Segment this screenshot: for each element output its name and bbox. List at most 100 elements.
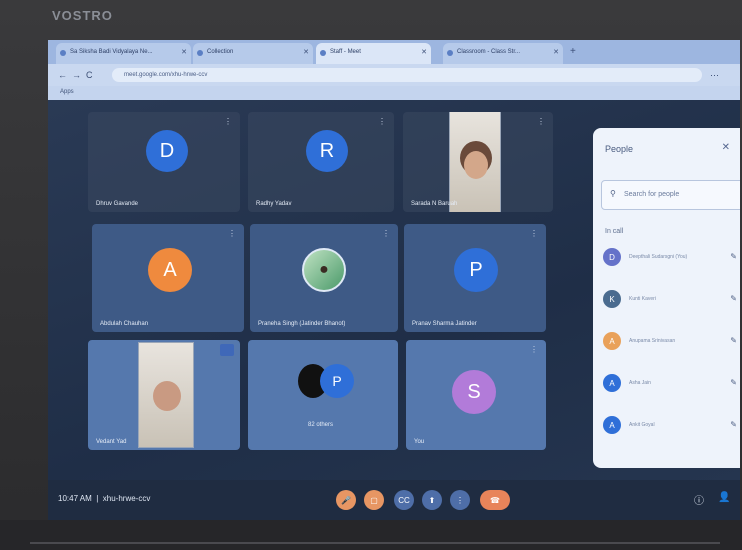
monitor-brand: VOSTRO bbox=[52, 8, 113, 23]
participant-name: Dhruv Gavande bbox=[96, 201, 139, 207]
captions-icon[interactable]: CC bbox=[394, 490, 414, 510]
avatar-letter: P bbox=[332, 373, 342, 389]
participant-tile[interactable]: D ⋮ Dhruv Gavande bbox=[88, 112, 240, 212]
participant-name: You bbox=[414, 439, 425, 445]
participant-name: Sarada N Baruah bbox=[411, 201, 458, 207]
participant-name: Pranav Sharma Jatinder bbox=[412, 321, 477, 327]
participant-tile[interactable]: R ⋮ Radhy Yadav bbox=[248, 112, 394, 212]
mic-icon[interactable]: ✎ bbox=[730, 336, 737, 345]
extensions-icon[interactable]: ⋯ bbox=[710, 70, 719, 81]
people-panel: People ✕ ⚲ Search for people In call D D… bbox=[593, 128, 740, 468]
pin-icon[interactable] bbox=[220, 344, 234, 356]
avatar-letter: S bbox=[467, 380, 481, 403]
people-list-item[interactable]: D Deepthali Sudarsgni (You) ✎ bbox=[603, 246, 737, 270]
close-icon[interactable]: ✕ bbox=[722, 142, 730, 153]
people-list-item[interactable]: A Ankit Goyal ✎ bbox=[603, 414, 737, 438]
participant-tile[interactable]: A ⋮ Abdulah Chauhan bbox=[92, 224, 244, 332]
participant-name: Vedant Yad bbox=[96, 439, 127, 445]
screen: Sa Siksha Badi Vidyalaya Ne... ✕ Collect… bbox=[48, 40, 740, 520]
search-placeholder: Search for people bbox=[624, 191, 680, 198]
tab-favicon-icon bbox=[197, 50, 203, 56]
meeting-controls-bar: 10:47 AM | xhu-hrwe-ccv 🎤 ▢ CC ⬆ ⋮ ☎ ⓘ 👤 bbox=[48, 480, 740, 520]
people-list-item[interactable]: A Anupama Srinivasan ✎ bbox=[603, 330, 737, 354]
monitor-bezel: VOSTRO Sa Siksha Badi Vidyalaya Ne... ✕ … bbox=[0, 0, 742, 550]
person-name: Deepthali Sudarsgni (You) bbox=[629, 254, 688, 260]
new-tab-icon[interactable]: + bbox=[570, 46, 576, 57]
people-icon[interactable]: 👤 bbox=[718, 492, 730, 503]
tab-meet[interactable]: Staff - Meet ✕ bbox=[316, 43, 431, 64]
info-icon[interactable]: ⓘ bbox=[694, 492, 704, 507]
more-options-icon[interactable]: ⋮ bbox=[382, 229, 390, 238]
avatar-letter: A bbox=[609, 336, 615, 346]
more-options-icon[interactable]: ⋮ bbox=[224, 117, 232, 126]
mic-icon[interactable]: ✎ bbox=[730, 378, 737, 387]
meeting-info: 10:47 AM | xhu-hrwe-ccv bbox=[58, 494, 151, 503]
tab-classroom[interactable]: Classroom - Class Str... ✕ bbox=[443, 43, 563, 64]
avatar: A bbox=[603, 332, 621, 350]
monitor-chin bbox=[0, 520, 742, 550]
participant-tile[interactable]: ● ⋮ Praneha Singh (Jatinder Bhanot) bbox=[250, 224, 398, 332]
person-face bbox=[153, 381, 181, 411]
avatar: R bbox=[306, 130, 348, 172]
more-options-icon[interactable]: ⋮ bbox=[450, 490, 470, 510]
forward-icon[interactable]: → bbox=[72, 70, 81, 80]
panel-title: People bbox=[605, 144, 634, 154]
person-name: Kunti Kaveri bbox=[629, 296, 656, 302]
close-icon[interactable]: ✕ bbox=[303, 48, 309, 56]
back-icon[interactable]: ← bbox=[58, 70, 67, 80]
avatar-letter: A bbox=[609, 420, 615, 430]
avatar: P bbox=[320, 364, 354, 398]
address-bar-row: ← → C meet.google.com/xhu-hrwe-ccv ⋯ bbox=[48, 64, 740, 86]
more-options-icon[interactable]: ⋮ bbox=[530, 345, 538, 354]
mic-off-icon[interactable]: 🎤 bbox=[336, 490, 356, 510]
participant-tile[interactable]: P ⋮ Pranav Sharma Jatinder bbox=[404, 224, 546, 332]
mic-icon[interactable]: ✎ bbox=[730, 252, 737, 261]
url-field[interactable]: meet.google.com/xhu-hrwe-ccv bbox=[112, 68, 702, 82]
participant-tile[interactable]: Vedant Yad bbox=[88, 340, 240, 450]
avatar: A bbox=[603, 416, 621, 434]
search-people-input[interactable]: ⚲ Search for people bbox=[601, 180, 740, 210]
avatar-letter: A bbox=[609, 378, 615, 388]
participant-tile[interactable]: P 82 others bbox=[248, 340, 398, 450]
meet-favicon-icon bbox=[320, 50, 326, 56]
more-options-icon[interactable]: ⋮ bbox=[530, 229, 538, 238]
tab-label: Sa Siksha Badi Vidyalaya Ne... bbox=[70, 49, 153, 55]
camera-off-icon[interactable]: ▢ bbox=[364, 490, 384, 510]
avatar-letter: D bbox=[609, 252, 615, 262]
avatar: D bbox=[146, 130, 188, 172]
participant-video bbox=[449, 112, 501, 212]
reload-icon[interactable]: C bbox=[86, 70, 93, 80]
meeting-code: xhu-hrwe-ccv bbox=[102, 494, 151, 503]
participant-tile[interactable]: ⋮ Sarada N Baruah bbox=[403, 112, 553, 212]
more-options-icon[interactable]: ⋮ bbox=[378, 117, 386, 126]
avatar: A bbox=[603, 374, 621, 392]
more-options-icon[interactable]: ⋮ bbox=[228, 229, 236, 238]
participant-video bbox=[138, 342, 194, 448]
avatar: D bbox=[603, 248, 621, 266]
bookmarks-bar: Apps bbox=[48, 86, 740, 100]
tab-collection[interactable]: Collection ✕ bbox=[193, 43, 313, 64]
tab-school[interactable]: Sa Siksha Badi Vidyalaya Ne... ✕ bbox=[56, 43, 191, 64]
mic-icon[interactable]: ✎ bbox=[730, 420, 737, 429]
people-list-item[interactable]: A Asha Jain ✎ bbox=[603, 372, 737, 396]
avatar: S bbox=[452, 370, 496, 414]
mic-icon[interactable]: ✎ bbox=[730, 294, 737, 303]
avatar-letter: D bbox=[159, 139, 175, 162]
avatar-letter: P bbox=[469, 258, 483, 281]
close-icon[interactable]: ✕ bbox=[181, 48, 187, 56]
close-icon[interactable]: ✕ bbox=[553, 48, 559, 56]
people-list-item[interactable]: K Kunti Kaveri ✎ bbox=[603, 288, 737, 312]
profile-photo: ● bbox=[302, 248, 346, 292]
end-call-icon[interactable]: ☎ bbox=[480, 490, 510, 510]
participant-tile[interactable]: S ⋮ You bbox=[406, 340, 546, 450]
participant-name: Praneha Singh (Jatinder Bhanot) bbox=[258, 321, 346, 327]
participant-name: Radhy Yadav bbox=[256, 201, 292, 207]
person-name: Asha Jain bbox=[629, 380, 651, 386]
participant-name: Abdulah Chauhan bbox=[100, 321, 149, 327]
more-options-icon[interactable]: ⋮ bbox=[537, 117, 545, 126]
section-heading: In call bbox=[605, 228, 624, 235]
present-icon[interactable]: ⬆ bbox=[422, 490, 442, 510]
browser-tab-bar: Sa Siksha Badi Vidyalaya Ne... ✕ Collect… bbox=[48, 40, 740, 64]
close-icon[interactable]: ✕ bbox=[421, 48, 427, 56]
bookmark-apps[interactable]: Apps bbox=[60, 89, 74, 95]
